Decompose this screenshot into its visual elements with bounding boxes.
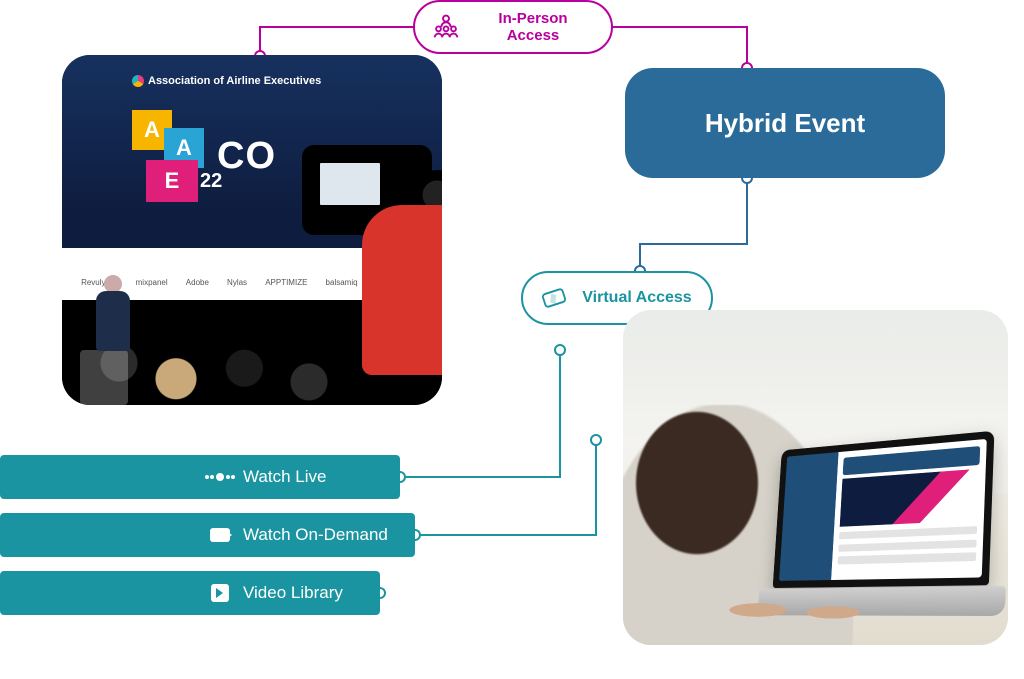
hybrid-event-node: Hybrid Event — [625, 68, 945, 178]
viewing-options-list: Watch Live Watch On-Demand Video Library — [0, 455, 415, 629]
virtual-attendee-illustration — [623, 310, 1008, 645]
camera-icon — [262, 115, 442, 335]
laptop-icon — [771, 431, 994, 610]
camcorder-icon — [209, 524, 231, 546]
option-watch-on-demand: Watch On-Demand — [0, 513, 415, 557]
video-library-icon — [209, 582, 231, 604]
option-label: Watch On-Demand — [243, 525, 388, 545]
ticket-icon — [537, 283, 571, 313]
hybrid-event-label: Hybrid Event — [705, 108, 865, 139]
option-video-library: Video Library — [0, 571, 380, 615]
option-watch-live: Watch Live — [0, 455, 400, 499]
option-label: Watch Live — [243, 467, 326, 487]
in-person-conference-illustration: Association of Airline Executives A A E … — [62, 55, 442, 405]
conference-organization: Association of Airline Executives — [132, 75, 321, 87]
in-person-access-label: In-Person Access — [473, 10, 593, 45]
diagram-stage: In-Person Access Hybrid Event Virtual Ac… — [0, 0, 1024, 679]
broadcast-icon — [209, 466, 231, 488]
people-group-icon — [429, 12, 463, 42]
virtual-access-label: Virtual Access — [581, 289, 693, 307]
option-label: Video Library — [243, 583, 343, 603]
in-person-access-node: In-Person Access — [413, 0, 613, 54]
